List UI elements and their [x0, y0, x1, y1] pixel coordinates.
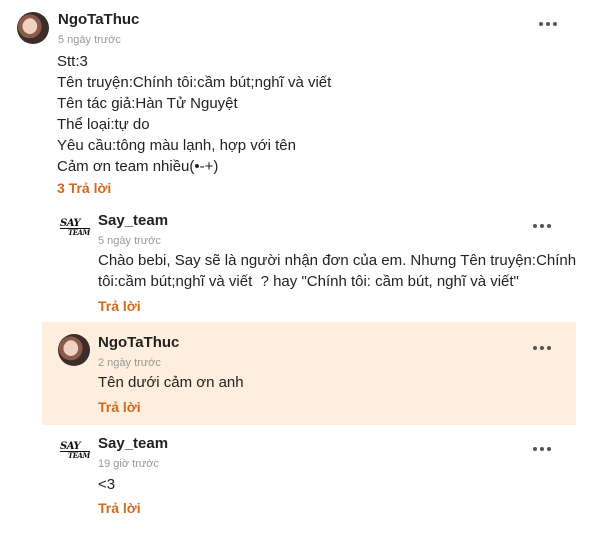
reply-time: 5 ngày trước [98, 235, 161, 247]
comment-line: Cảm ơn team nhiều(•-+) [57, 158, 219, 175]
avatar[interactable] [17, 12, 49, 44]
reply-line: <3 [98, 476, 116, 493]
reply-button[interactable]: Trả lời [98, 399, 141, 415]
comment-author[interactable]: NgoTaThuc [58, 11, 139, 28]
logo-text: SAY [60, 441, 81, 452]
reply-body: Chào bebi, Say sẽ là người nhận đơn của … [98, 250, 576, 292]
reply-time: 2 ngày trước [98, 357, 161, 369]
comment-line: Stt:3 [57, 53, 88, 70]
say-team-logo[interactable]: SAY TEAM [60, 218, 90, 241]
comment-time: 5 ngày trước [58, 34, 121, 46]
comment-body: Stt:3 Tên truyện:Chính tôi:cầm bút;nghĩ … [57, 51, 331, 177]
logo-text: TEAM [60, 228, 90, 237]
reply-line: Tên dưới cảm ơn anh [98, 374, 244, 391]
reply-body: Tên dưới cảm ơn anh [98, 372, 244, 393]
reply-line: tôi:cầm bút;nghĩ và viết ? hay "Chính tô… [98, 273, 519, 290]
reply-body: <3 [98, 474, 115, 495]
more-options-icon[interactable] [533, 345, 551, 351]
more-options-icon[interactable] [533, 446, 551, 452]
comment-line: Thể loại:tự do [57, 116, 150, 133]
reply-line: Chào bebi, Say sẽ là người nhận đơn của … [98, 252, 577, 269]
comment-line: Tên tác giả:Hàn Tử Nguyệt [57, 95, 238, 112]
reply-author[interactable]: NgoTaThuc [98, 334, 179, 351]
reply-time: 19 giờ trước [98, 458, 159, 470]
more-options-icon[interactable] [539, 21, 557, 27]
replies-count-link[interactable]: 3 Trả lời [57, 180, 111, 196]
reply-author[interactable]: Say_team [98, 435, 168, 452]
reply-author[interactable]: Say_team [98, 212, 168, 229]
logo-text: TEAM [60, 451, 90, 460]
say-team-logo[interactable]: SAY TEAM [60, 441, 90, 464]
comment-line: Tên truyện:Chính tôi:cầm bút;nghĩ và viế… [57, 74, 332, 91]
reply-button[interactable]: Trả lời [98, 298, 141, 314]
avatar[interactable] [58, 334, 90, 366]
logo-text: SAY [60, 218, 81, 229]
reply-button[interactable]: Trả lời [98, 500, 141, 516]
more-options-icon[interactable] [533, 223, 551, 229]
comment-line: Yêu cầu:tông màu lạnh, hợp với tên [57, 137, 296, 154]
